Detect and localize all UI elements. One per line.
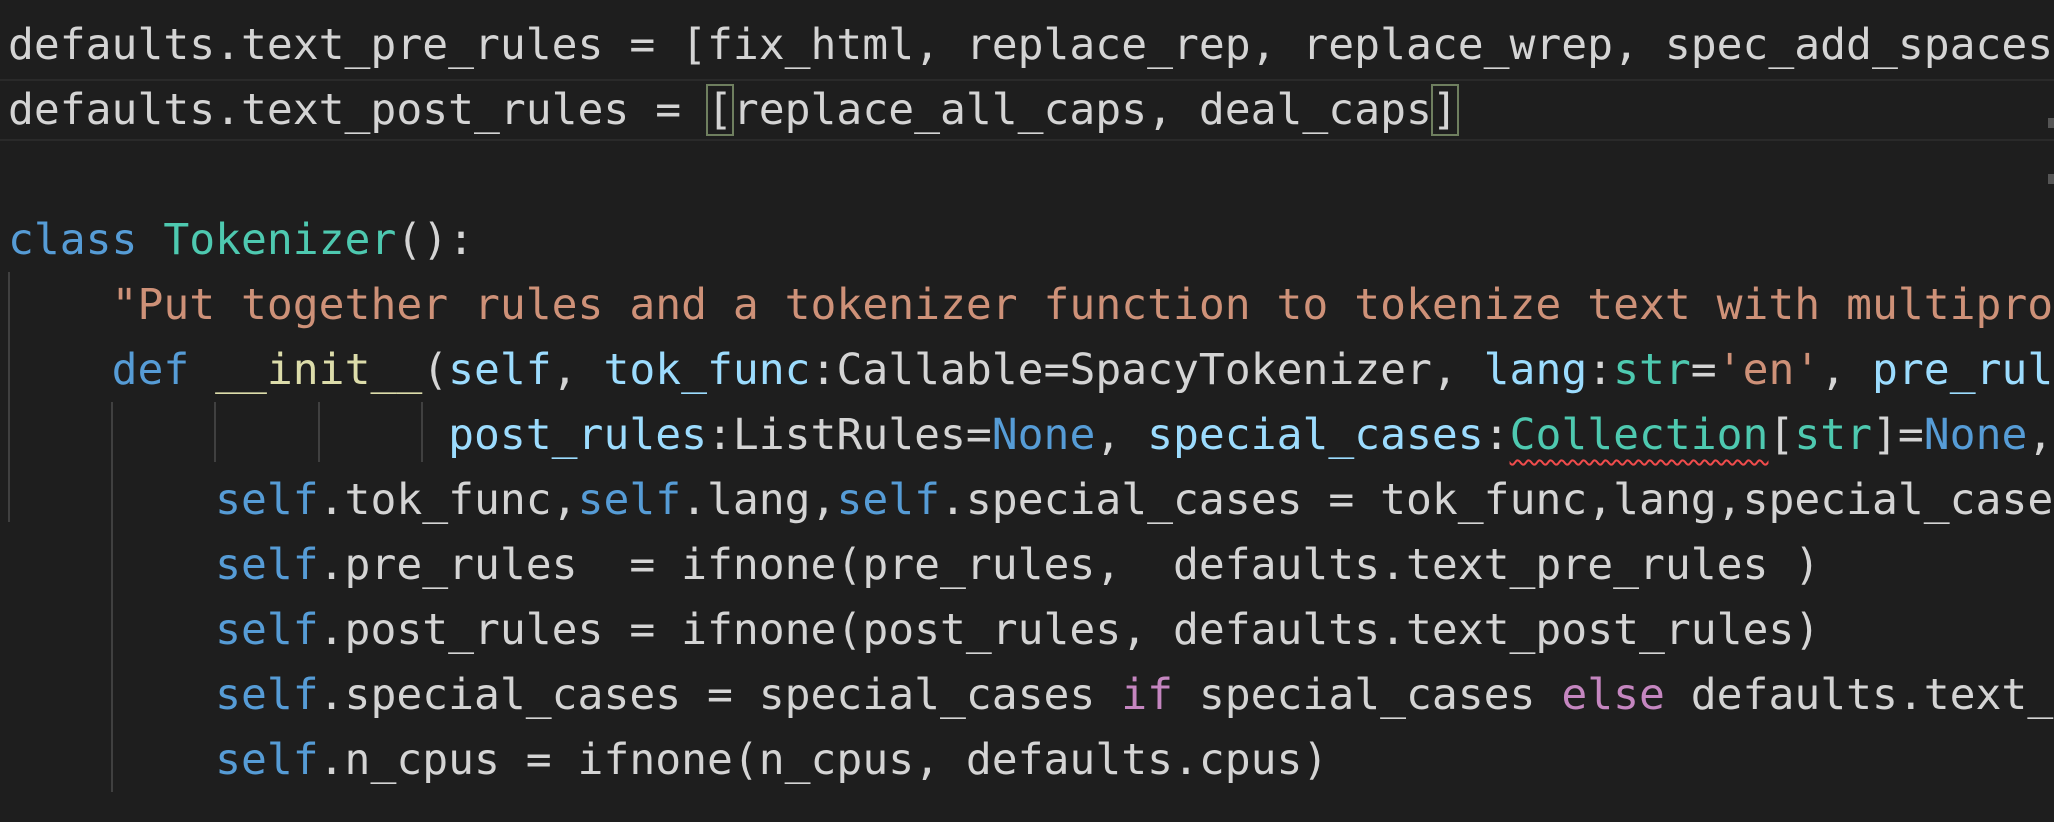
code-token: :ListRules= <box>707 410 992 460</box>
code-token: def <box>111 345 190 395</box>
code-token: str <box>1613 345 1691 395</box>
code-token: class <box>8 215 138 265</box>
code-line-text: "Put together rules and a tokenizer func… <box>8 273 2054 338</box>
indent-guide <box>8 272 10 522</box>
indent-guide <box>421 402 423 462</box>
code-token: special_cases <box>1147 410 1484 460</box>
code-token: .pre_rules = ifnone(pre_rules, defaults.… <box>318 540 1821 590</box>
code-token: None <box>1923 410 2028 460</box>
code-token: Tokenizer <box>163 215 397 265</box>
code-line-text: post_rules:ListRules=None, special_cases… <box>8 403 2053 468</box>
code-line[interactable]: def __init__(self, tok_func:Callable=Spa… <box>0 338 2054 403</box>
code-token: defaults.text_ <box>1664 670 2054 720</box>
code-token: .post_rules = ifnone(post_rules, default… <box>318 605 1821 655</box>
code-editor[interactable]: defaults.text_pre_rules = [fix_html, rep… <box>0 0 2054 822</box>
scrollbar-marker[interactable] <box>2048 174 2054 184</box>
code-token: = <box>1690 345 1717 395</box>
code-line-text: self.post_rules = ifnone(post_rules, def… <box>8 598 1820 663</box>
code-line-text: self.tok_func,self.lang,self.special_cas… <box>8 468 2053 533</box>
code-token: str <box>1794 410 1873 460</box>
code-line-text: self.special_cases = special_cases if sp… <box>8 663 2053 728</box>
code-token: replace_all_caps, deal_caps <box>732 85 1432 135</box>
code-line-text: defaults.text_post_rules = [replace_all_… <box>8 78 1459 143</box>
code-line[interactable] <box>0 143 2054 208</box>
code-token: , <box>551 345 604 395</box>
code-token: , <box>2027 410 2054 460</box>
code-line[interactable]: self.post_rules = ifnone(post_rules, def… <box>0 598 2054 663</box>
code-token: 'en' <box>1716 345 1821 395</box>
code-token: .special_cases = special_cases <box>318 670 1122 720</box>
code-token: self <box>215 670 319 720</box>
code-line[interactable]: class Tokenizer(): <box>0 208 2054 273</box>
code-token: post_rules <box>448 410 707 460</box>
code-token: special_cases <box>1173 670 1562 720</box>
code-token: ] <box>1430 84 1459 136</box>
error-token: Collection <box>1509 410 1769 460</box>
code-line[interactable]: self.tok_func,self.lang,self.special_cas… <box>0 468 2054 533</box>
code-token: None <box>991 410 1096 460</box>
code-line[interactable]: defaults.text_post_rules = [replace_all_… <box>0 78 2054 143</box>
code-token: self <box>215 735 319 785</box>
indent-guide <box>111 402 113 792</box>
code-token: ( <box>422 345 449 395</box>
code-token: .lang, <box>681 475 837 525</box>
code-token: , <box>1820 345 1873 395</box>
code-token: [ <box>1768 410 1795 460</box>
code-token: : <box>1587 345 1614 395</box>
indent-guide <box>214 402 216 462</box>
code-token: ]= <box>1872 410 1924 460</box>
code-token: self <box>577 475 682 525</box>
code-token: defaults.text_post_rules = <box>8 85 707 135</box>
code-line-text: def __init__(self, tok_func:Callable=Spa… <box>8 338 2054 403</box>
code-token: pre_rul <box>1872 345 2054 395</box>
code-token: else <box>1561 670 1665 720</box>
code-token: __init__ <box>215 345 423 395</box>
code-token: [ <box>705 84 734 136</box>
code-line-text: self.pre_rules = ifnone(pre_rules, defau… <box>8 533 1820 598</box>
code-token: self <box>215 605 319 655</box>
code-token: self <box>448 345 552 395</box>
scrollbar-marker[interactable] <box>2048 118 2054 128</box>
code-line[interactable]: self.n_cpus = ifnone(n_cpus, defaults.cp… <box>0 728 2054 793</box>
code-line[interactable]: self.special_cases = special_cases if sp… <box>0 663 2054 728</box>
code-token: defaults.text_pre_rules = [fix_html, rep… <box>8 20 2054 70</box>
code-token: self <box>836 475 941 525</box>
code-line[interactable]: post_rules:ListRules=None, special_cases… <box>0 403 2054 468</box>
code-line-text: self.n_cpus = ifnone(n_cpus, defaults.cp… <box>8 728 1328 793</box>
code-token: (): <box>396 215 475 265</box>
code-token: .tok_func, <box>318 475 578 525</box>
code-token: lang <box>1483 345 1588 395</box>
code-token: self <box>215 475 319 525</box>
code-token: , <box>1095 410 1148 460</box>
code-line[interactable]: "Put together rules and a tokenizer func… <box>0 273 2054 338</box>
code-token: self <box>215 540 319 590</box>
code-line[interactable]: defaults.text_pre_rules = [fix_html, rep… <box>0 13 2054 78</box>
code-token: tok_func <box>603 345 811 395</box>
code-token: : <box>1483 410 1510 460</box>
code-line-text: defaults.text_pre_rules = [fix_html, rep… <box>8 13 2053 78</box>
code-token: if <box>1121 670 1173 720</box>
indent-guide <box>318 402 320 462</box>
code-line[interactable]: self.pre_rules = ifnone(pre_rules, defau… <box>0 533 2054 598</box>
code-line-text: class Tokenizer(): <box>8 208 474 273</box>
code-token: :Callable=SpacyTokenizer, <box>810 345 1484 395</box>
code-token: .n_cpus = ifnone(n_cpus, defaults.cpus) <box>318 735 1329 785</box>
code-token: .special_cases = tok_func,lang,special_c… <box>940 475 2054 525</box>
code-token: "Put together rules and a tokenizer func… <box>111 280 2054 330</box>
